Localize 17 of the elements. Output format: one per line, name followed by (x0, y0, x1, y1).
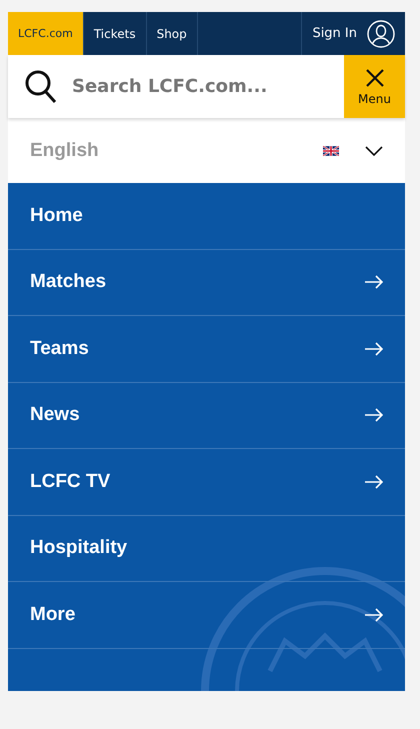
search-field[interactable]: Search LCFC.com... (70, 75, 344, 98)
menu-item[interactable]: Hospitality (8, 516, 405, 582)
nav-tab[interactable]: LCFC.com (8, 12, 84, 55)
menu-item[interactable]: Matches (8, 250, 405, 316)
menu-item[interactable]: News (8, 382, 405, 449)
menu-item[interactable]: Home (8, 183, 405, 250)
search-icon (24, 68, 58, 104)
close-icon (364, 68, 384, 88)
chevron-down-icon (365, 146, 383, 156)
menu-item[interactable]: More (8, 582, 405, 648)
user-icon (367, 20, 395, 48)
sign-in-button[interactable]: Sign In (302, 12, 405, 55)
menu-close-button[interactable]: Menu (344, 55, 405, 118)
search-bar[interactable]: Search LCFC.com... (8, 55, 344, 118)
menu-item[interactable]: Teams (8, 316, 405, 382)
menu-item[interactable]: LCFC TV (8, 449, 405, 516)
flag-icon (323, 146, 339, 156)
